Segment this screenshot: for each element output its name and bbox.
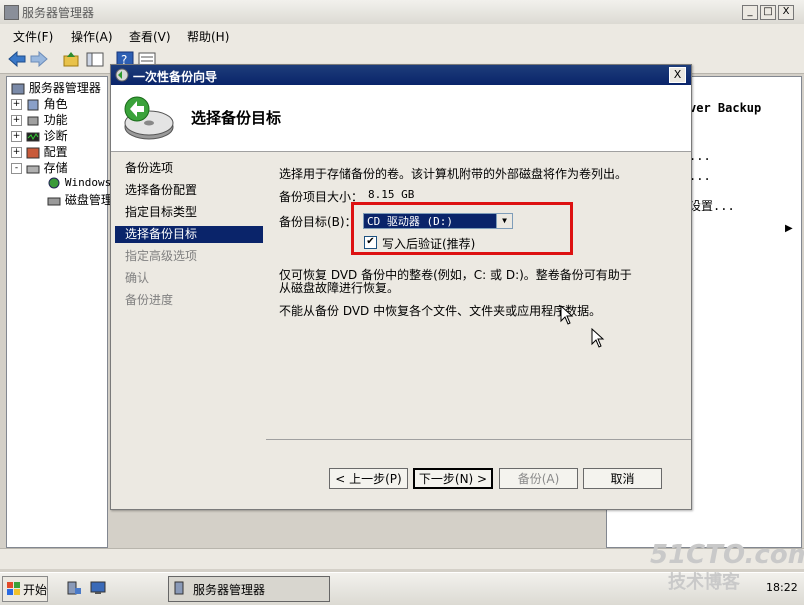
- wizard-title-bar: 一次性备份向导 X: [111, 65, 691, 85]
- start-button[interactable]: 开始: [2, 576, 48, 602]
- chevron-right-icon[interactable]: ▶: [785, 223, 793, 234]
- configuration-icon: [26, 147, 40, 158]
- highlight-box: [351, 202, 573, 255]
- storage-icon: [26, 165, 40, 173]
- step-progress: 备份进度: [125, 293, 174, 307]
- wizard-close-button[interactable]: X: [669, 67, 686, 83]
- watermark-text: 51CTO.com: [650, 540, 804, 570]
- expand-icon[interactable]: +: [11, 147, 22, 158]
- mouse-cursor-icon: [591, 328, 605, 348]
- diagnostics-icon: [26, 132, 40, 141]
- tree-item-windows-backup[interactable]: Windows: [47, 175, 111, 191]
- expand-icon[interactable]: +: [11, 131, 22, 142]
- menu-view[interactable]: 查看(V): [129, 28, 171, 45]
- start-label: 开始: [23, 583, 48, 597]
- menu-bar: 文件(F) 操作(A) 查看(V) 帮助(H): [0, 24, 804, 47]
- back-arrow-icon[interactable]: [8, 51, 26, 68]
- tree-item-disk-management[interactable]: 磁盘管理: [47, 191, 113, 207]
- step-backup-config[interactable]: 选择备份配置: [115, 182, 263, 199]
- action-item[interactable]: ...: [689, 149, 711, 163]
- tree-item-roles[interactable]: + 角色: [11, 95, 68, 111]
- disk-icon: [47, 197, 61, 205]
- menu-help[interactable]: 帮助(H): [187, 28, 229, 45]
- step-confirm: 确认: [125, 271, 150, 285]
- close-button[interactable]: X: [778, 5, 794, 20]
- maximize-button[interactable]: □: [760, 5, 776, 20]
- outer-window-title: 服务器管理器: [22, 6, 95, 20]
- wizard-title: 一次性备份向导: [133, 70, 218, 84]
- backup-icon: [115, 68, 129, 82]
- note-whole-volume-line2: 从磁盘故障进行恢复。: [279, 281, 400, 295]
- show-hide-tree-icon[interactable]: [86, 51, 104, 68]
- action-item[interactable]: 设置...: [689, 197, 735, 214]
- actions-title: ver Backup: [689, 101, 762, 115]
- menu-file[interactable]: 文件(F): [13, 28, 53, 45]
- tree-item-label: 磁盘管理: [64, 193, 113, 207]
- tree-item-configuration[interactable]: + 配置: [11, 143, 68, 159]
- tree-root-label: 服务器管理器: [28, 81, 101, 95]
- collapse-icon[interactable]: -: [11, 163, 22, 174]
- step-target-type[interactable]: 指定目标类型: [115, 204, 263, 221]
- backup-disk-icon: [124, 96, 174, 140]
- outer-title-bar: 服务器管理器 _ □ X: [0, 0, 804, 25]
- back-button[interactable]: < 上一步(P): [329, 468, 408, 489]
- note-no-file-restore: 不能从备份 DVD 中恢复各个文件、文件夹或应用程序数据。: [279, 304, 602, 318]
- minimize-button[interactable]: _: [742, 5, 758, 20]
- backup-size-value: 8.15 GB: [368, 188, 415, 201]
- expand-icon[interactable]: +: [11, 115, 22, 126]
- wizard-steps: 备份选项 选择备份配置 指定目标类型 选择备份目标 指定高级选项 确认 备份进度: [111, 152, 265, 509]
- backup-target-label: 备份目标(B)：: [279, 215, 357, 229]
- server-manager-icon: [4, 5, 19, 20]
- wizard-content: 选择用于存储备份的卷。该计算机附带的外部磁盘将作为卷列出。 备份项目大小： 8.…: [266, 152, 691, 509]
- backup-button[interactable]: 备份(A): [499, 468, 578, 489]
- backup-icon: [48, 177, 60, 188]
- tree-item-storage[interactable]: - 存储: [11, 159, 68, 175]
- mouse-cursor-icon: [560, 305, 574, 325]
- expand-icon[interactable]: +: [11, 99, 22, 110]
- backup-wizard-dialog: 一次性备份向导 X 选择备份目标 备份选项 选择备份配置 指定目标类型 选择备份…: [110, 64, 692, 510]
- tree-item-label: 配置: [43, 145, 68, 159]
- menu-action[interactable]: 操作(A): [71, 28, 113, 45]
- step-backup-target[interactable]: 选择备份目标: [115, 226, 263, 243]
- intro-text: 选择用于存储备份的卷。该计算机附带的外部磁盘将作为卷列出。: [279, 167, 628, 181]
- tree-root[interactable]: 服务器管理器: [11, 79, 101, 95]
- navigation-tree: 服务器管理器 + 角色 + 功能 + 诊断 + 配置 - 存储 Windows …: [6, 76, 113, 548]
- tree-item-diagnostics[interactable]: + 诊断: [11, 127, 68, 143]
- tree-item-label: Windows: [64, 176, 112, 189]
- taskbar-window-label: 服务器管理器: [193, 583, 266, 597]
- wizard-header: 选择备份目标: [111, 85, 691, 152]
- tree-item-features[interactable]: + 功能: [11, 111, 68, 127]
- server-manager-icon: [174, 581, 184, 595]
- tree-item-label: 角色: [43, 97, 68, 111]
- tree-item-label: 功能: [43, 113, 68, 127]
- server-manager-quicklaunch-icon[interactable]: [66, 580, 82, 596]
- taskbar-window-button[interactable]: 服务器管理器: [168, 576, 330, 602]
- forward-arrow-icon[interactable]: [30, 51, 48, 68]
- cancel-button[interactable]: 取消: [583, 468, 662, 489]
- next-button[interactable]: 下一步(N) >: [413, 468, 493, 489]
- action-item[interactable]: ...: [689, 169, 711, 183]
- roles-icon: [27, 99, 39, 110]
- windows-logo-icon: [7, 582, 20, 595]
- step-advanced-options: 指定高级选项: [125, 249, 198, 263]
- separator: [266, 439, 691, 440]
- server-manager-icon: [11, 83, 25, 94]
- wizard-body: 备份选项 选择备份配置 指定目标类型 选择备份目标 指定高级选项 确认 备份进度…: [111, 152, 691, 509]
- watermark-subtext: 技术博客: [668, 572, 740, 593]
- folder-up-icon[interactable]: [62, 51, 80, 68]
- tree-item-label: 诊断: [43, 129, 68, 143]
- show-desktop-icon[interactable]: [90, 580, 106, 596]
- step-backup-options[interactable]: 备份选项: [115, 160, 263, 177]
- clock: 18:22: [766, 581, 798, 594]
- features-icon: [27, 116, 39, 125]
- wizard-heading: 选择备份目标: [191, 109, 282, 127]
- tree-item-label: 存储: [43, 161, 68, 175]
